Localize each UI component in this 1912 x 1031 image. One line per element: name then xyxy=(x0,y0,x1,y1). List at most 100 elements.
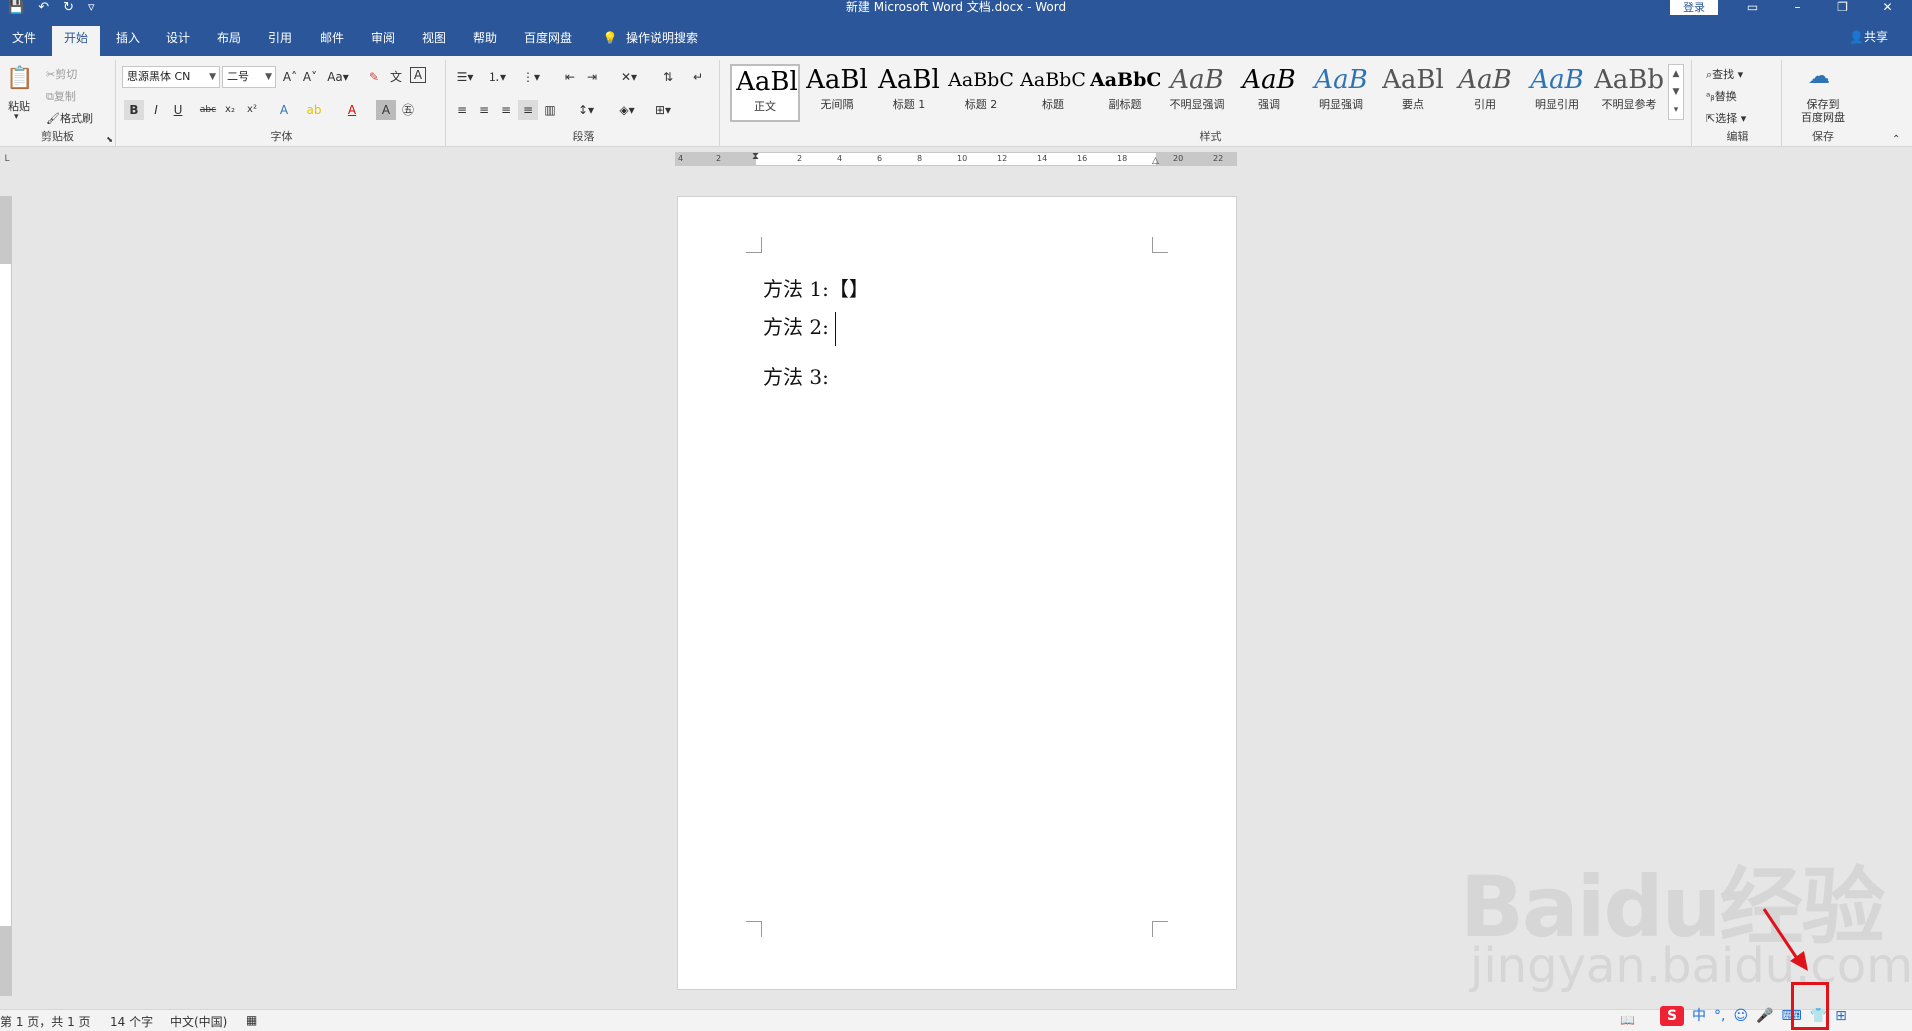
language-status[interactable]: 中文(中国) xyxy=(170,1013,227,1030)
tab-layout[interactable]: 布局 xyxy=(209,26,249,56)
punctuation-icon[interactable]: °, xyxy=(1714,1006,1725,1026)
word-count[interactable]: 14 个字 xyxy=(110,1013,153,1030)
vertical-ruler[interactable] xyxy=(0,196,12,996)
collapse-ribbon-icon[interactable]: ⌃ xyxy=(1892,134,1900,145)
macro-recording-icon[interactable]: ▦ xyxy=(246,1013,257,1027)
toolbox-icon[interactable]: ⊞ xyxy=(1835,1006,1847,1026)
align-center-icon[interactable]: ≡ xyxy=(474,100,494,120)
multilevel-list-icon[interactable]: ⋮▾ xyxy=(516,67,546,87)
read-mode-icon[interactable]: 📖 xyxy=(1620,1013,1635,1027)
document-line-1[interactable]: 方法 1:【】 xyxy=(763,273,869,302)
microphone-icon[interactable]: 🎤 xyxy=(1756,1006,1773,1026)
tab-file[interactable]: 文件 xyxy=(6,26,42,56)
margin-corner xyxy=(1152,237,1168,253)
save-to-baidu-button[interactable]: 保存到 百度网盘 xyxy=(1792,98,1854,124)
show-marks-icon[interactable]: ↵ xyxy=(688,67,708,87)
watermark-url: jingyan.baidu.com xyxy=(1470,938,1912,994)
paste-icon[interactable]: 📋 xyxy=(6,66,33,91)
editing-group: ⌕查找 ▾ ᵃᵦ替换 ⇱选择 ▾ 编辑 xyxy=(1694,60,1782,146)
ime-mode[interactable]: 中 xyxy=(1692,1006,1706,1026)
right-indent-icon[interactable]: △ xyxy=(1152,155,1159,167)
find-button[interactable]: ⌕查找 ▾ xyxy=(1706,66,1743,82)
document-line-2[interactable]: 方法 2: xyxy=(763,311,836,346)
brush-icon: 🖌 xyxy=(46,112,60,125)
ruler-tick: 2 xyxy=(716,154,722,163)
login-button[interactable]: 登录 xyxy=(1670,0,1718,15)
numbering-icon[interactable]: ⒈▾ xyxy=(484,67,510,87)
sogou-logo[interactable]: S xyxy=(1660,1006,1684,1026)
bold-button[interactable]: B xyxy=(124,100,144,120)
baidu-cloud-icon[interactable]: ☁ xyxy=(1808,64,1830,89)
document-page[interactable]: 方法 1:【】 方法 2: 方法 3: xyxy=(677,196,1237,990)
tell-me-search[interactable]: 操作说明搜索 xyxy=(622,26,702,56)
font-family-value: 思源黑体 CN xyxy=(127,70,191,83)
font-color-icon[interactable]: A xyxy=(342,100,362,120)
clear-formatting-icon[interactable]: ✎ xyxy=(364,67,384,87)
sort-icon[interactable]: ⇅ xyxy=(658,67,678,87)
ruler-tick: 22 xyxy=(1213,154,1224,163)
text-caret xyxy=(834,311,836,346)
text-effects-icon[interactable]: A xyxy=(274,100,294,120)
character-border-icon[interactable]: A xyxy=(410,67,426,83)
enclose-characters-icon[interactable]: ㊄ xyxy=(398,100,418,120)
character-shading-icon[interactable]: A xyxy=(376,100,396,120)
increase-indent-icon[interactable]: ⇥ xyxy=(582,67,602,87)
shrink-font-icon[interactable]: A˅ xyxy=(300,67,320,87)
tab-selector[interactable]: L xyxy=(0,152,14,166)
tab-mailings[interactable]: 邮件 xyxy=(312,26,352,56)
horizontal-ruler[interactable]: 4 2 2 4 6 8 10 12 14 16 18 20 22 ⧗ △ xyxy=(675,151,1237,167)
grow-font-icon[interactable]: A˄ xyxy=(280,67,300,87)
tab-baidu-netdisk[interactable]: 百度网盘 xyxy=(516,26,580,56)
strikethrough-button[interactable]: abc xyxy=(198,100,218,120)
subscript-button[interactable]: x₂ xyxy=(220,100,240,120)
borders-icon[interactable]: ⊞▾ xyxy=(648,100,678,120)
styles-group: 样式 xyxy=(730,60,1692,146)
align-right-icon[interactable]: ≡ xyxy=(496,100,516,120)
phonetic-guide-icon[interactable]: 文 xyxy=(386,67,406,87)
paste-dropdown-icon[interactable]: ▾ xyxy=(14,112,19,122)
tab-help[interactable]: 帮助 xyxy=(465,26,505,56)
close-icon[interactable]: ✕ xyxy=(1865,0,1910,15)
copy-button[interactable]: ⧉复制 xyxy=(46,88,76,104)
shading-icon[interactable]: ◈▾ xyxy=(612,100,642,120)
justify-icon[interactable]: ≡ xyxy=(518,100,538,120)
share-button[interactable]: 👤共享 xyxy=(1849,28,1888,45)
share-label: 共享 xyxy=(1863,30,1888,44)
ime-toolbar: S 中 °, ☺ 🎤 ⌨ 👕 ⊞ xyxy=(1660,1001,1890,1031)
paste-button[interactable]: 粘贴 xyxy=(8,98,30,114)
line-spacing-icon[interactable]: ↕▾ xyxy=(572,100,600,120)
superscript-button[interactable]: x² xyxy=(242,100,262,120)
restore-icon[interactable]: ❐ xyxy=(1820,0,1865,15)
copy-label: 复制 xyxy=(53,90,76,103)
cut-button[interactable]: ✂剪切 xyxy=(46,66,77,82)
change-case-button[interactable]: Aa▾ xyxy=(324,67,352,87)
font-size-combo[interactable]: 二号 ▼ xyxy=(222,66,276,88)
page-count[interactable]: 第 1 页，共 1 页 xyxy=(0,1013,91,1030)
ribbon-display-icon[interactable]: ▭ xyxy=(1730,0,1775,15)
underline-button[interactable]: U xyxy=(168,100,188,120)
tab-review[interactable]: 审阅 xyxy=(363,26,403,56)
bullets-icon[interactable]: ☰▾ xyxy=(452,67,478,87)
align-left-icon[interactable]: ≡ xyxy=(452,100,472,120)
tab-view[interactable]: 视图 xyxy=(414,26,454,56)
chinese-layout-icon[interactable]: ✕▾ xyxy=(614,67,644,87)
emoji-icon[interactable]: ☺ xyxy=(1733,1006,1748,1026)
chevron-down-icon: ▼ xyxy=(209,72,216,82)
distributed-icon[interactable]: ▥ xyxy=(540,100,560,120)
tab-references[interactable]: 引用 xyxy=(260,26,300,56)
minimize-icon[interactable]: – xyxy=(1775,0,1820,15)
select-button[interactable]: ⇱选择 ▾ xyxy=(1706,110,1746,126)
tab-design[interactable]: 设计 xyxy=(158,26,198,56)
document-line-3[interactable]: 方法 3: xyxy=(763,361,829,390)
italic-button[interactable]: I xyxy=(146,100,166,120)
lightbulb-icon: 💡 xyxy=(602,31,618,45)
highlight-icon[interactable]: ab xyxy=(304,100,324,120)
tab-insert[interactable]: 插入 xyxy=(108,26,148,56)
decrease-indent-icon[interactable]: ⇤ xyxy=(560,67,580,87)
tab-home[interactable]: 开始 xyxy=(52,26,100,56)
dialog-launcher-icon[interactable]: ⬊ xyxy=(106,135,113,144)
font-family-combo[interactable]: 思源黑体 CN ▼ xyxy=(122,66,220,88)
indent-marker-icon[interactable]: ⧗ xyxy=(752,151,759,163)
format-painter-button[interactable]: 🖌格式刷 xyxy=(46,110,93,126)
replace-button[interactable]: ᵃᵦ替换 xyxy=(1706,88,1737,104)
